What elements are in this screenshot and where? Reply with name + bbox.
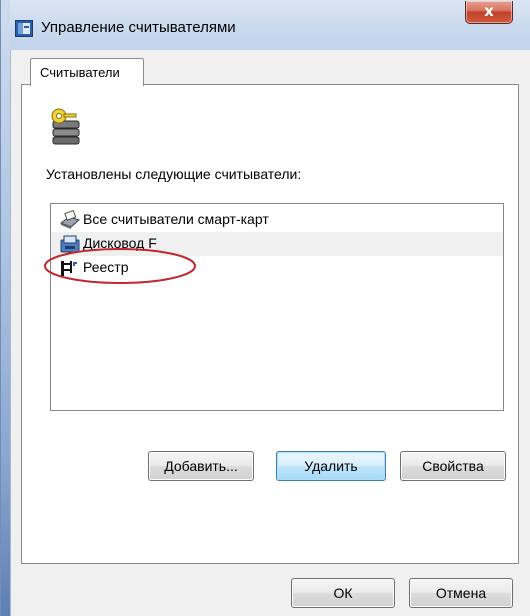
window-title: Управление считывателями: [41, 19, 236, 36]
cancel-button[interactable]: Отмена: [409, 578, 513, 608]
key-ring-icon: [51, 108, 80, 145]
reader-item-all-smart-card-readers[interactable]: Все считыватели смарт-карт: [51, 208, 503, 232]
reader-management-app-icon: [15, 20, 33, 37]
smart-card-reader-icon: [59, 210, 81, 229]
reader-item-label: Реестр: [83, 259, 129, 275]
tab-readers-label: Считыватели: [40, 65, 120, 80]
dialog-client-area: Считыватели Установлены следующие считыв…: [10, 50, 530, 616]
installed-readers-label: Установлены следующие считыватели:: [46, 166, 302, 182]
readers-tab-panel: Установлены следующие считыватели: Все с…: [21, 84, 519, 564]
reader-item-floppy-drive[interactable]: Дисковод F: [51, 232, 503, 256]
reader-properties-button[interactable]: Свойства: [400, 451, 506, 481]
window-left-frame: [1, 0, 10, 616]
title-bar[interactable]: Управление считывателями x: [1, 0, 530, 50]
reader-item-label: Все считыватели смарт-карт: [83, 211, 269, 227]
floppy-drive-icon: [60, 235, 80, 253]
remove-reader-button[interactable]: Удалить: [276, 451, 386, 481]
tab-readers[interactable]: Считыватели: [30, 58, 144, 86]
reader-management-window: Управление считывателями x Считыватели У…: [0, 0, 530, 616]
reader-item-registry[interactable]: Реестр: [51, 256, 503, 280]
add-reader-button[interactable]: Добавить...: [148, 451, 254, 481]
reader-item-label: Дисковод F: [83, 235, 157, 251]
close-button[interactable]: x: [465, 1, 513, 24]
ok-button[interactable]: ОК: [291, 578, 395, 608]
registry-icon: [61, 261, 77, 276]
readers-list[interactable]: Все считыватели смарт-карт Дисковод F Ре…: [50, 203, 504, 411]
